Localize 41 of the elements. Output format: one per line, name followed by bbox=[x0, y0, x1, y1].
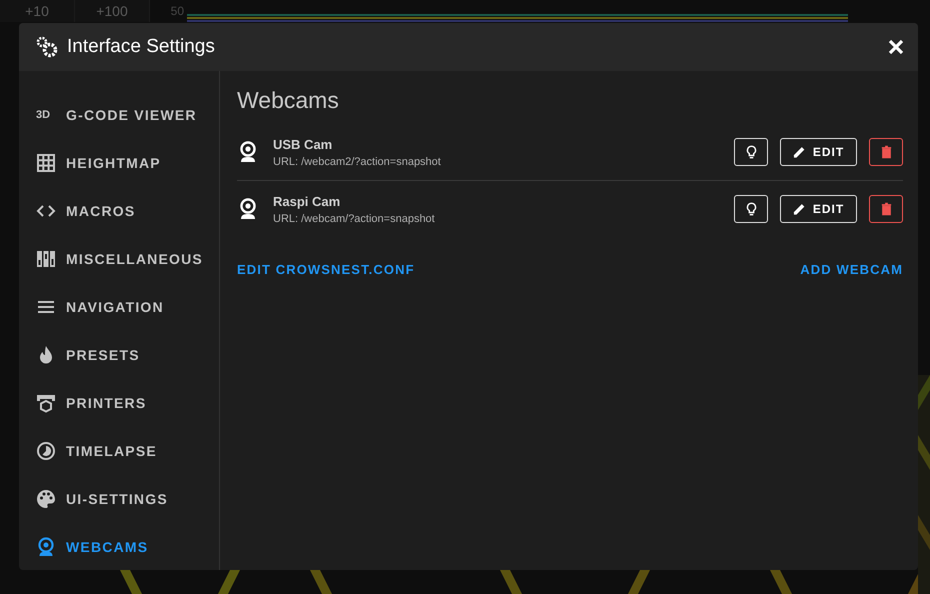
pencil-icon bbox=[792, 145, 806, 159]
trash-icon bbox=[880, 145, 892, 159]
webcam-icon bbox=[238, 141, 258, 163]
close-icon[interactable] bbox=[888, 39, 904, 55]
columns-icon bbox=[36, 249, 56, 269]
page-title: Webcams bbox=[237, 87, 340, 114]
palette-icon bbox=[36, 489, 56, 509]
webcam-icon bbox=[238, 198, 258, 220]
sidebar-item[interactable]: MISCELLANEOUS bbox=[19, 235, 219, 283]
cube-3d-icon: 3D bbox=[36, 109, 56, 121]
lightbulb-icon bbox=[744, 202, 758, 216]
sidebar-item[interactable]: HEIGHTMAP bbox=[19, 139, 219, 187]
sidebar-item[interactable]: PRESETS bbox=[19, 331, 219, 379]
edit-button[interactable]: EDIT bbox=[780, 138, 857, 166]
grid-icon bbox=[36, 153, 56, 173]
timelapse-icon bbox=[36, 441, 56, 461]
trash-icon bbox=[880, 202, 892, 216]
delete-button[interactable] bbox=[869, 138, 903, 166]
webcam-url: URL: /webcam/?action=snapshot bbox=[273, 212, 436, 224]
lightbulb-icon bbox=[744, 145, 758, 159]
text-link[interactable]: ADD WEBCAM bbox=[800, 262, 903, 277]
sidebar-item[interactable]: TIMELAPSE bbox=[19, 427, 219, 475]
sidebar-item[interactable]: MACROS bbox=[19, 187, 219, 235]
delete-button[interactable] bbox=[869, 195, 903, 223]
light-button[interactable] bbox=[734, 138, 768, 166]
sidebar-item[interactable]: UI-SETTINGS bbox=[19, 475, 219, 523]
dialog-title: Interface Settings bbox=[67, 36, 216, 58]
sidebar-item[interactable]: WEBCAMS bbox=[19, 523, 219, 570]
light-button[interactable] bbox=[734, 195, 768, 223]
sidebar-item[interactable]: PRINTERS bbox=[19, 379, 219, 427]
edit-button[interactable]: EDIT bbox=[780, 195, 857, 223]
printer-icon bbox=[36, 393, 56, 413]
text-link[interactable]: EDIT CROWSNEST.CONF bbox=[237, 262, 415, 277]
webcam-url: URL: /webcam2/?action=snapshot bbox=[273, 156, 442, 168]
pencil-icon bbox=[792, 202, 806, 216]
webcam-icon bbox=[36, 537, 56, 557]
webcam-name: USB Cam bbox=[273, 136, 334, 152]
sidebar-item[interactable]: 3D G-CODE VIEWER bbox=[19, 91, 219, 139]
webcam-name: Raspi Cam bbox=[273, 194, 342, 208]
sidebar-item[interactable]: NAVIGATION bbox=[19, 283, 219, 331]
gears-icon bbox=[36, 36, 58, 58]
